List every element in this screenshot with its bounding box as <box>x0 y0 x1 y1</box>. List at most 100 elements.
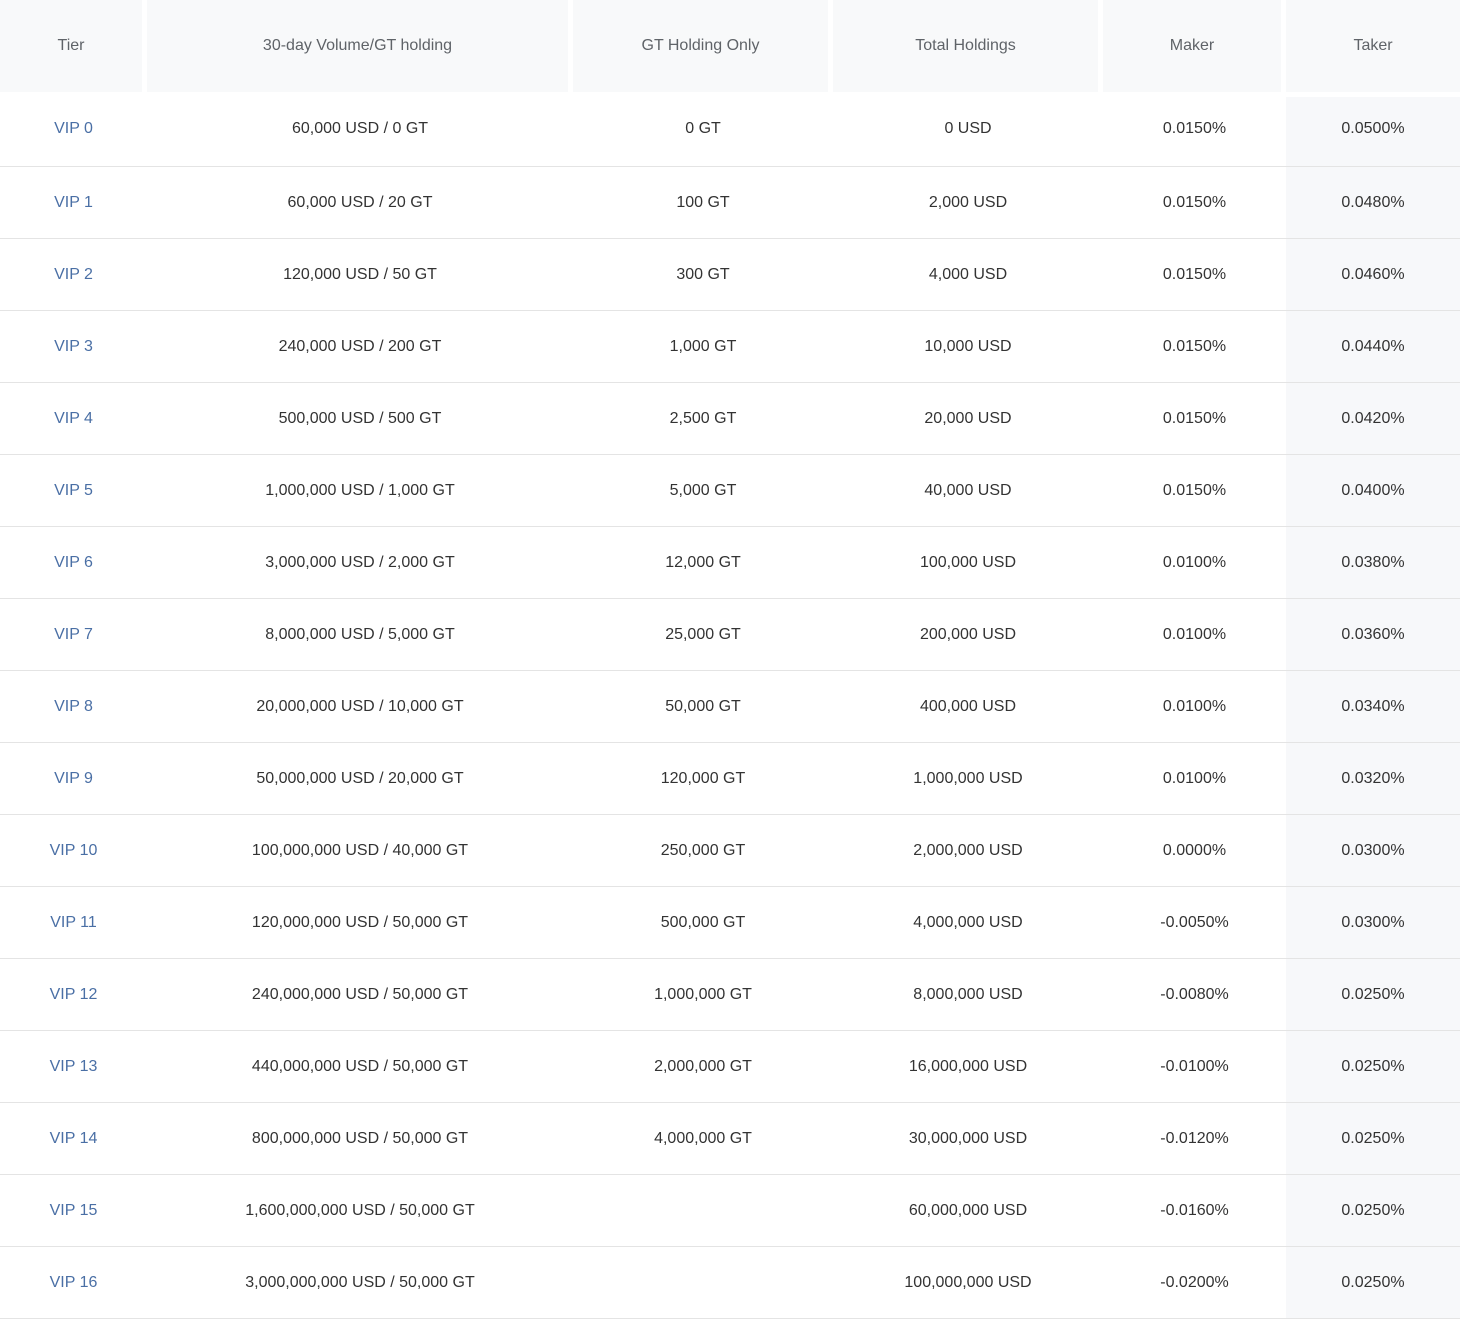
header-tier: Tier <box>0 0 147 92</box>
table-row: VIP 10 100,000,000 USD / 40,000 GT 250,0… <box>0 815 1460 887</box>
gt-holding-only-cell <box>573 1175 833 1247</box>
gt-holding-only-cell: 100 GT <box>573 167 833 239</box>
vip-fee-table: Tier 30-day Volume/GT holding GT Holding… <box>0 0 1460 1319</box>
volume-gt-cell: 1,600,000,000 USD / 50,000 GT <box>147 1175 573 1247</box>
table-row: VIP 1 60,000 USD / 20 GT 100 GT 2,000 US… <box>0 167 1460 239</box>
gt-holding-only-cell: 500,000 GT <box>573 887 833 959</box>
tier-cell[interactable]: VIP 14 <box>0 1103 147 1175</box>
tier-cell[interactable]: VIP 6 <box>0 527 147 599</box>
total-holdings-cell: 2,000,000 USD <box>833 815 1103 887</box>
volume-gt-cell: 60,000 USD / 0 GT <box>147 92 573 167</box>
gt-holding-only-cell: 12,000 GT <box>573 527 833 599</box>
table-row: VIP 12 240,000,000 USD / 50,000 GT 1,000… <box>0 959 1460 1031</box>
maker-fee-cell: 0.0100% <box>1103 599 1286 671</box>
table-body: VIP 0 60,000 USD / 0 GT 0 GT 0 USD 0.015… <box>0 92 1460 1319</box>
maker-fee-cell: 0.0150% <box>1103 383 1286 455</box>
header-gt-holding-only: GT Holding Only <box>573 0 833 92</box>
taker-fee-cell: 0.0300% <box>1286 815 1460 887</box>
volume-gt-cell: 120,000,000 USD / 50,000 GT <box>147 887 573 959</box>
table-row: VIP 8 20,000,000 USD / 10,000 GT 50,000 … <box>0 671 1460 743</box>
volume-gt-cell: 1,000,000 USD / 1,000 GT <box>147 455 573 527</box>
taker-fee-cell: 0.0250% <box>1286 1103 1460 1175</box>
gt-holding-only-cell <box>573 1247 833 1319</box>
total-holdings-cell: 4,000,000 USD <box>833 887 1103 959</box>
tier-cell[interactable]: VIP 13 <box>0 1031 147 1103</box>
maker-fee-cell: -0.0050% <box>1103 887 1286 959</box>
tier-cell[interactable]: VIP 7 <box>0 599 147 671</box>
table-row: VIP 4 500,000 USD / 500 GT 2,500 GT 20,0… <box>0 383 1460 455</box>
tier-cell[interactable]: VIP 11 <box>0 887 147 959</box>
table-row: VIP 9 50,000,000 USD / 20,000 GT 120,000… <box>0 743 1460 815</box>
taker-fee-cell: 0.0380% <box>1286 527 1460 599</box>
tier-cell[interactable]: VIP 5 <box>0 455 147 527</box>
maker-fee-cell: -0.0100% <box>1103 1031 1286 1103</box>
tier-cell[interactable]: VIP 2 <box>0 239 147 311</box>
header-volume-gt-holding: 30-day Volume/GT holding <box>147 0 573 92</box>
taker-fee-cell: 0.0300% <box>1286 887 1460 959</box>
total-holdings-cell: 40,000 USD <box>833 455 1103 527</box>
volume-gt-cell: 100,000,000 USD / 40,000 GT <box>147 815 573 887</box>
table-row: VIP 16 3,000,000,000 USD / 50,000 GT 100… <box>0 1247 1460 1319</box>
total-holdings-cell: 10,000 USD <box>833 311 1103 383</box>
gt-holding-only-cell: 2,000,000 GT <box>573 1031 833 1103</box>
total-holdings-cell: 2,000 USD <box>833 167 1103 239</box>
tier-cell[interactable]: VIP 16 <box>0 1247 147 1319</box>
header-taker: Taker <box>1286 0 1460 92</box>
tier-cell[interactable]: VIP 9 <box>0 743 147 815</box>
table-row: VIP 15 1,600,000,000 USD / 50,000 GT 60,… <box>0 1175 1460 1247</box>
total-holdings-cell: 0 USD <box>833 92 1103 167</box>
maker-fee-cell: 0.0150% <box>1103 455 1286 527</box>
volume-gt-cell: 120,000 USD / 50 GT <box>147 239 573 311</box>
total-holdings-cell: 8,000,000 USD <box>833 959 1103 1031</box>
maker-fee-cell: 0.0100% <box>1103 671 1286 743</box>
table-row: VIP 11 120,000,000 USD / 50,000 GT 500,0… <box>0 887 1460 959</box>
total-holdings-cell: 200,000 USD <box>833 599 1103 671</box>
total-holdings-cell: 100,000,000 USD <box>833 1247 1103 1319</box>
total-holdings-cell: 400,000 USD <box>833 671 1103 743</box>
volume-gt-cell: 440,000,000 USD / 50,000 GT <box>147 1031 573 1103</box>
gt-holding-only-cell: 5,000 GT <box>573 455 833 527</box>
tier-cell[interactable]: VIP 4 <box>0 383 147 455</box>
volume-gt-cell: 500,000 USD / 500 GT <box>147 383 573 455</box>
taker-fee-cell: 0.0400% <box>1286 455 1460 527</box>
maker-fee-cell: 0.0100% <box>1103 527 1286 599</box>
total-holdings-cell: 60,000,000 USD <box>833 1175 1103 1247</box>
table-row: VIP 3 240,000 USD / 200 GT 1,000 GT 10,0… <box>0 311 1460 383</box>
volume-gt-cell: 3,000,000 USD / 2,000 GT <box>147 527 573 599</box>
tier-cell[interactable]: VIP 10 <box>0 815 147 887</box>
total-holdings-cell: 16,000,000 USD <box>833 1031 1103 1103</box>
tier-cell[interactable]: VIP 12 <box>0 959 147 1031</box>
maker-fee-cell: 0.0000% <box>1103 815 1286 887</box>
volume-gt-cell: 20,000,000 USD / 10,000 GT <box>147 671 573 743</box>
gt-holding-only-cell: 120,000 GT <box>573 743 833 815</box>
total-holdings-cell: 4,000 USD <box>833 239 1103 311</box>
tier-cell[interactable]: VIP 0 <box>0 92 147 167</box>
taker-fee-cell: 0.0320% <box>1286 743 1460 815</box>
tier-cell[interactable]: VIP 1 <box>0 167 147 239</box>
tier-cell[interactable]: VIP 3 <box>0 311 147 383</box>
volume-gt-cell: 800,000,000 USD / 50,000 GT <box>147 1103 573 1175</box>
header-maker: Maker <box>1103 0 1286 92</box>
total-holdings-cell: 30,000,000 USD <box>833 1103 1103 1175</box>
maker-fee-cell: -0.0080% <box>1103 959 1286 1031</box>
total-holdings-cell: 100,000 USD <box>833 527 1103 599</box>
total-holdings-cell: 1,000,000 USD <box>833 743 1103 815</box>
tier-cell[interactable]: VIP 15 <box>0 1175 147 1247</box>
taker-fee-cell: 0.0500% <box>1286 92 1460 167</box>
tier-cell[interactable]: VIP 8 <box>0 671 147 743</box>
header-total-holdings: Total Holdings <box>833 0 1103 92</box>
table-row: VIP 7 8,000,000 USD / 5,000 GT 25,000 GT… <box>0 599 1460 671</box>
total-holdings-cell: 20,000 USD <box>833 383 1103 455</box>
taker-fee-cell: 0.0250% <box>1286 959 1460 1031</box>
table-row: VIP 2 120,000 USD / 50 GT 300 GT 4,000 U… <box>0 239 1460 311</box>
volume-gt-cell: 240,000,000 USD / 50,000 GT <box>147 959 573 1031</box>
volume-gt-cell: 8,000,000 USD / 5,000 GT <box>147 599 573 671</box>
taker-fee-cell: 0.0420% <box>1286 383 1460 455</box>
taker-fee-cell: 0.0250% <box>1286 1175 1460 1247</box>
volume-gt-cell: 60,000 USD / 20 GT <box>147 167 573 239</box>
gt-holding-only-cell: 0 GT <box>573 92 833 167</box>
gt-holding-only-cell: 2,500 GT <box>573 383 833 455</box>
gt-holding-only-cell: 4,000,000 GT <box>573 1103 833 1175</box>
taker-fee-cell: 0.0440% <box>1286 311 1460 383</box>
maker-fee-cell: 0.0150% <box>1103 167 1286 239</box>
